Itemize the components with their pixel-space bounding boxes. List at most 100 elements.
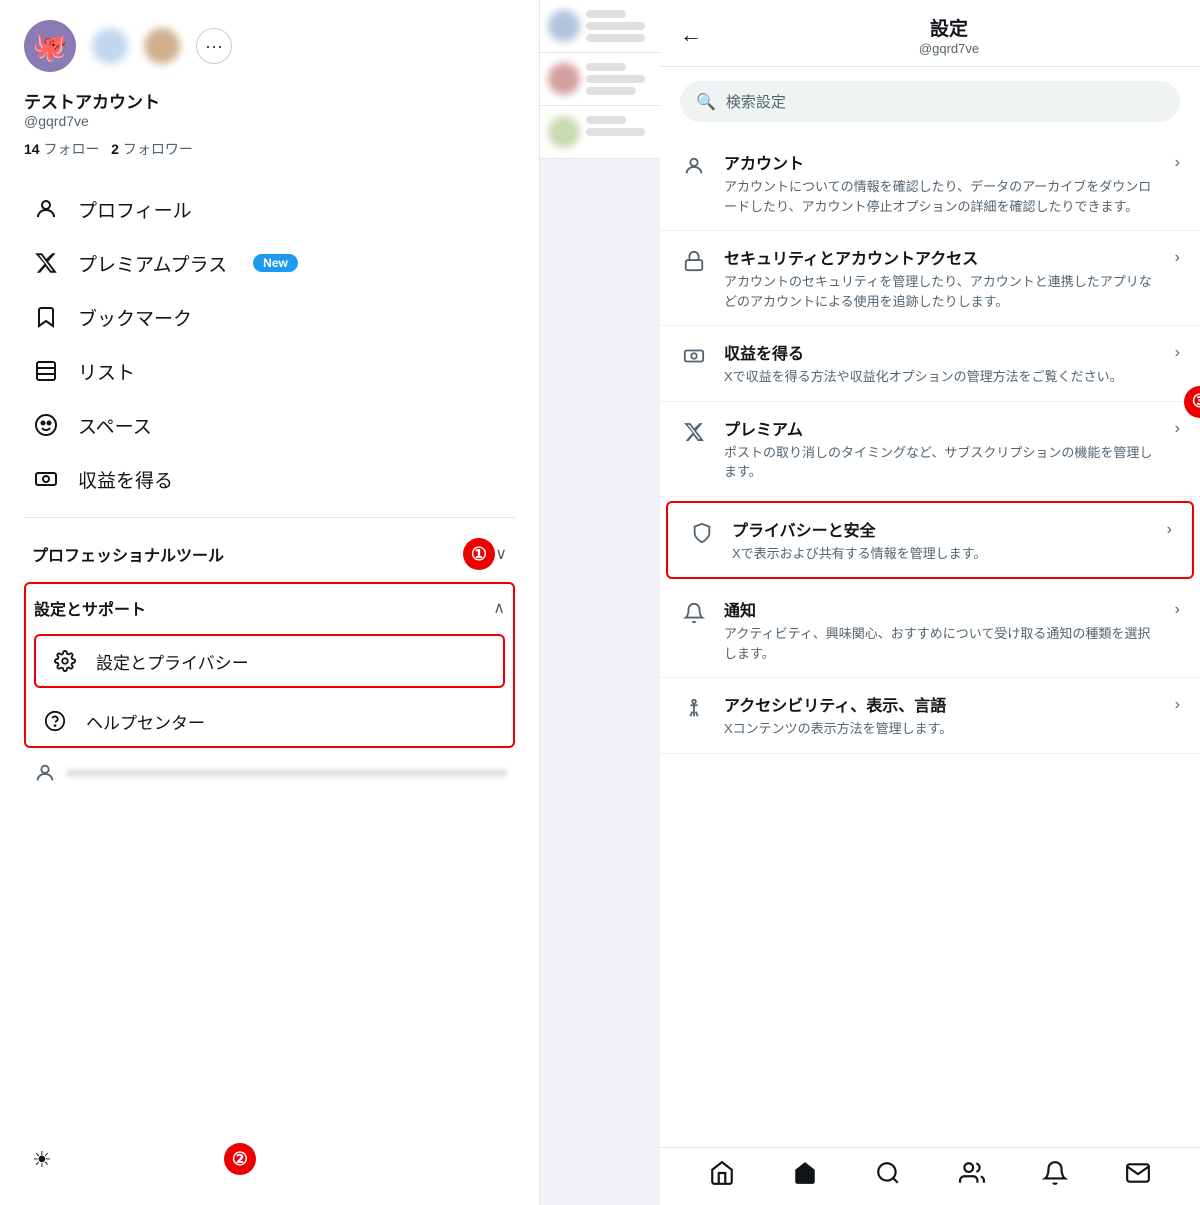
bottom-nav-search[interactable] bbox=[875, 1160, 901, 1193]
user-info: テストアカウント @gqrd7ve bbox=[24, 88, 515, 129]
help-center-label: ヘルプセンター bbox=[86, 709, 205, 734]
sidebar-item-profile[interactable]: プロフィール bbox=[24, 183, 515, 235]
premium-label: プレミアムプラス bbox=[78, 250, 227, 277]
monetize-content: 収益を得る Xで収益を得る方法や収益化オプションの管理方法をご覧ください。 bbox=[724, 340, 1159, 387]
feed-lines-2 bbox=[586, 63, 652, 95]
sidebar-item-premium[interactable]: プレミアムプラス New bbox=[24, 237, 515, 289]
sidebar-item-spaces[interactable]: スペース bbox=[24, 399, 515, 451]
monetize-icon bbox=[32, 465, 60, 493]
bottom-nav-messages[interactable] bbox=[1125, 1160, 1151, 1193]
x-icon bbox=[32, 249, 60, 277]
settings-item-privacy[interactable]: プライバシーと安全 Xで表示および共有する情報を管理します。 › bbox=[666, 501, 1194, 580]
bottom-nav-home-filled[interactable] bbox=[792, 1160, 818, 1193]
premium-desc: ポストの取り消しのタイミングなど、サブスクリプションの機能を管理します。 bbox=[724, 443, 1159, 482]
security-content: セキュリティとアカウントアクセス アカウントのセキュリティを管理したり、アカウン… bbox=[724, 245, 1159, 311]
right-panel: ← 設定 @gqrd7ve 🔍 検索設定 アカウント アカウントについての情報を… bbox=[660, 0, 1200, 1205]
monetize-chevron: › bbox=[1175, 344, 1180, 362]
settings-privacy-label: 設定とプライバシー bbox=[96, 649, 249, 674]
settings-support-chevron: ∧ bbox=[493, 598, 505, 618]
notifications-content: 通知 アクティビティ、興味関心、おすすめについて受け取る通知の種類を選択します。 bbox=[724, 597, 1159, 663]
settings-item-notifications[interactable]: 通知 アクティビティ、興味関心、おすすめについて受け取る通知の種類を選択します。… bbox=[660, 583, 1200, 678]
premium-title: プレミアム bbox=[724, 416, 1159, 440]
settings-search-bar[interactable]: 🔍 検索設定 bbox=[680, 81, 1180, 122]
bottom-nav-home-outline[interactable] bbox=[709, 1160, 735, 1193]
account-icon bbox=[680, 152, 708, 180]
feed-item-1 bbox=[540, 0, 660, 53]
accessibility-desc: Xコンテンツの表示方法を管理します。 bbox=[724, 719, 1159, 739]
security-desc: アカウントのセキュリティを管理したり、アカウントと連携したアプリなどのアカウント… bbox=[724, 272, 1159, 311]
privacy-content: プライバシーと安全 Xで表示および共有する情報を管理します。 bbox=[732, 517, 1151, 564]
settings-item-premium[interactable]: プレミアム ポストの取り消しのタイミングなど、サブスクリプションの機能を管理しま… bbox=[660, 402, 1200, 497]
sidebar-item-bookmarks[interactable]: ブックマーク bbox=[24, 291, 515, 343]
help-center-nav[interactable]: ヘルプセンター bbox=[26, 696, 513, 746]
middle-feed-column bbox=[540, 0, 660, 1205]
privacy-desc: Xで表示および共有する情報を管理します。 bbox=[732, 544, 1151, 564]
account-content: アカウント アカウントについての情報を確認したり、データのアーカイブをダウンロー… bbox=[724, 150, 1159, 216]
feed-item-3 bbox=[540, 106, 660, 159]
feed-avatar-1 bbox=[548, 10, 580, 42]
profile-top-bar: 🐙 ··· bbox=[24, 20, 515, 72]
settings-support-section: 設定とサポート ∧ 設定とプライバシー ヘルプセンター bbox=[24, 582, 515, 748]
feed-line bbox=[586, 116, 626, 124]
theme-toggle[interactable]: ☀ bbox=[24, 1135, 515, 1185]
bottom-nav-people[interactable] bbox=[959, 1160, 985, 1193]
user-stats: 14 フォロー 2 フォロワー bbox=[24, 139, 515, 159]
pro-tools-chevron: ∨ bbox=[495, 544, 507, 564]
monetize-label: 収益を得る bbox=[78, 466, 173, 493]
spaces-icon bbox=[32, 411, 60, 439]
sidebar-item-monetize[interactable]: 収益を得る bbox=[24, 453, 515, 505]
sidebar-item-lists[interactable]: リスト bbox=[24, 345, 515, 397]
more-button[interactable]: ··· bbox=[196, 28, 232, 64]
feed-line bbox=[586, 75, 645, 83]
account-desc: アカウントについての情報を確認したり、データのアーカイブをダウンロードしたり、ア… bbox=[724, 177, 1159, 216]
pro-tools-header[interactable]: プロフェッショナルツール ∨ bbox=[24, 530, 515, 578]
profile-icon bbox=[32, 195, 60, 223]
feed-avatar-3 bbox=[548, 116, 580, 148]
bottom-nav-notifications[interactable] bbox=[1042, 1160, 1068, 1193]
monetize-title: 収益を得る bbox=[724, 340, 1159, 364]
feed-line bbox=[586, 10, 626, 18]
security-title: セキュリティとアカウントアクセス bbox=[724, 245, 1159, 269]
bookmark-icon bbox=[32, 303, 60, 331]
feed-line bbox=[586, 34, 645, 42]
settings-title: 設定 bbox=[718, 14, 1180, 41]
notifications-chevron: › bbox=[1175, 601, 1180, 619]
user-handle: @gqrd7ve bbox=[24, 113, 515, 129]
profile-label: プロフィール bbox=[78, 196, 192, 223]
feed-lines-1 bbox=[586, 10, 652, 42]
settings-support-label: 設定とサポート bbox=[34, 596, 146, 620]
avatar-main: 🐙 bbox=[24, 20, 76, 72]
left-panel: 🐙 ··· テストアカウント @gqrd7ve 14 フォロー 2 フォロワー … bbox=[0, 0, 540, 1205]
settings-item-security[interactable]: セキュリティとアカウントアクセス アカウントのセキュリティを管理したり、アカウン… bbox=[660, 231, 1200, 326]
feed-item-2 bbox=[540, 53, 660, 106]
settings-handle: @gqrd7ve bbox=[718, 41, 1180, 56]
circle-badge-1: ① bbox=[463, 538, 495, 570]
settings-item-account[interactable]: アカウント アカウントについての情報を確認したり、データのアーカイブをダウンロー… bbox=[660, 136, 1200, 231]
spaces-label: スペース bbox=[78, 412, 152, 439]
back-button[interactable]: ← bbox=[680, 22, 702, 48]
premium-settings-icon bbox=[680, 418, 708, 446]
help-icon bbox=[42, 708, 68, 734]
settings-header: ← 設定 @gqrd7ve bbox=[660, 0, 1200, 67]
feed-lines-3 bbox=[586, 116, 652, 136]
user-name: テストアカウント bbox=[24, 88, 515, 113]
settings-support-header[interactable]: 設定とサポート ∧ bbox=[26, 584, 513, 632]
settings-item-accessibility[interactable]: アクセシビリティ、表示、言語 Xコンテンツの表示方法を管理します。 › bbox=[660, 678, 1200, 754]
sun-icon: ☀ bbox=[32, 1147, 52, 1173]
search-icon: 🔍 bbox=[696, 92, 716, 112]
new-badge: New bbox=[253, 254, 298, 272]
privacy-icon bbox=[688, 519, 716, 547]
avatar-small-2 bbox=[144, 28, 180, 64]
feed-line bbox=[586, 128, 645, 136]
feed-line bbox=[586, 87, 636, 95]
premium-chevron: › bbox=[1175, 420, 1180, 438]
monetize-desc: Xで収益を得る方法や収益化オプションの管理方法をご覧ください。 bbox=[724, 367, 1159, 387]
avatar-small-1 bbox=[92, 28, 128, 64]
settings-item-monetize[interactable]: 収益を得る Xで収益を得る方法や収益化オプションの管理方法をご覧ください。 › bbox=[660, 326, 1200, 402]
account-title: アカウント bbox=[724, 150, 1159, 174]
accessibility-chevron: › bbox=[1175, 696, 1180, 714]
settings-privacy-nav[interactable]: 設定とプライバシー bbox=[36, 636, 503, 686]
header-title-block: 設定 @gqrd7ve bbox=[718, 14, 1180, 56]
settings-privacy-item[interactable]: 設定とプライバシー bbox=[34, 634, 505, 688]
divider-1 bbox=[24, 517, 515, 518]
